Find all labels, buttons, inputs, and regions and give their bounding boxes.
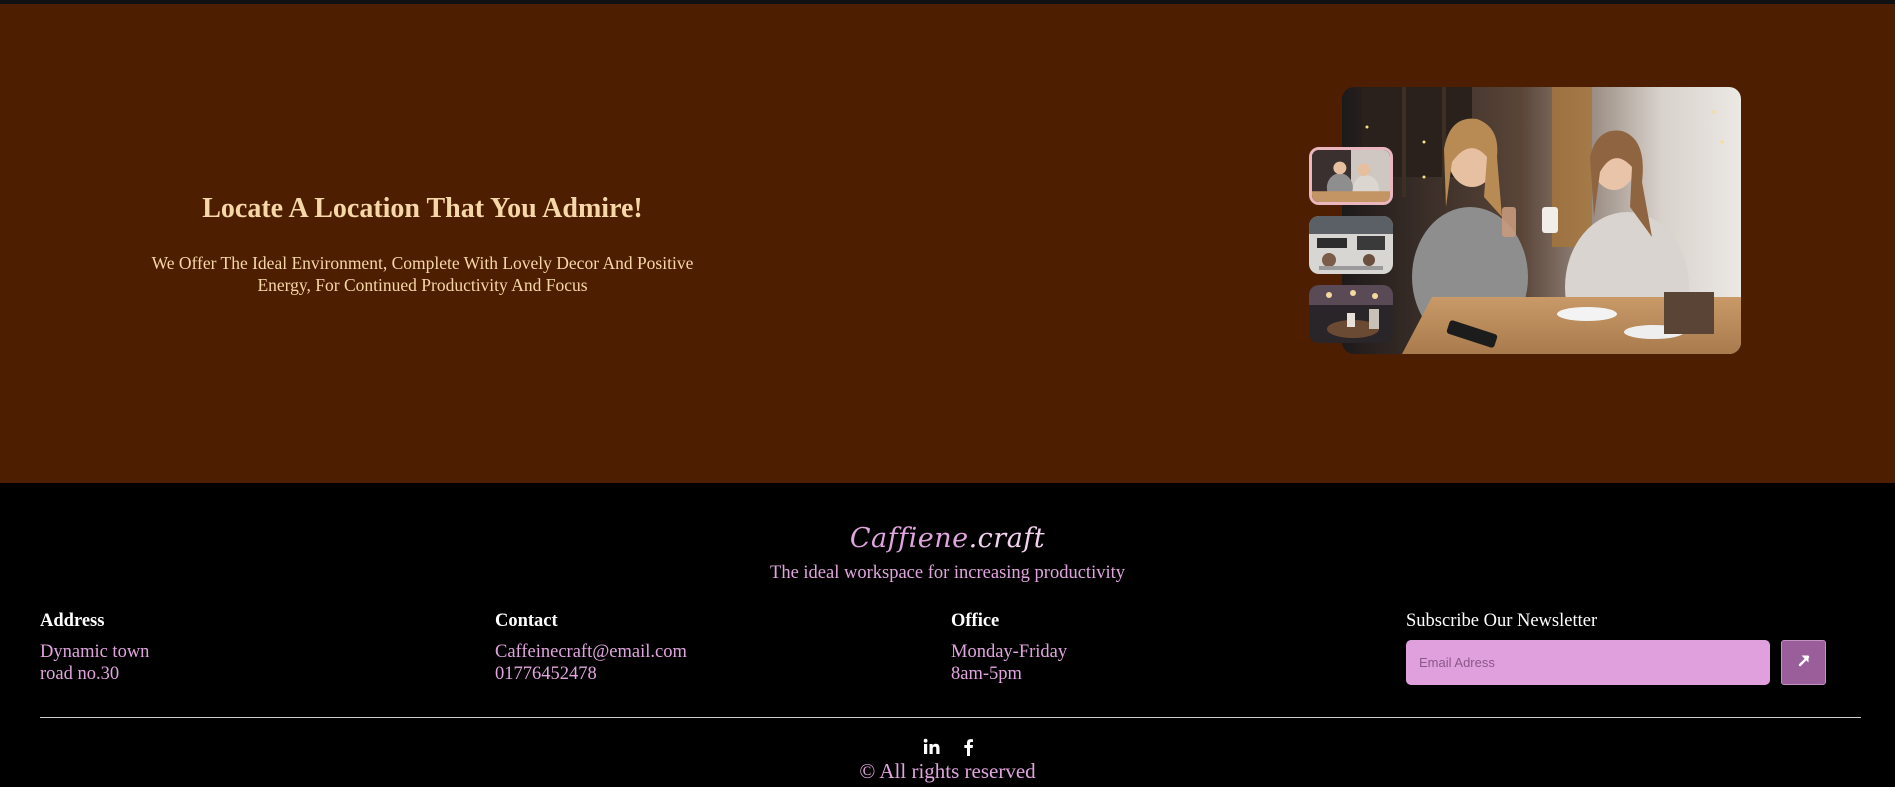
location-section: Locate A Location That You Admire! We Of… (0, 4, 1895, 483)
office-hours: 8am-5pm (951, 664, 1022, 684)
gallery-thumbnail-1[interactable] (1309, 147, 1393, 205)
section-title: Locate A Location That You Admire! (202, 193, 643, 224)
section-description: We Offer The Ideal Environment, Complete… (151, 253, 694, 295)
office-column: Office Monday-Friday 8am-5pm (951, 610, 1067, 685)
contact-phone[interactable]: 01776452478 (495, 663, 687, 685)
gallery-thumbnail-2[interactable] (1309, 216, 1393, 274)
linkedin-icon[interactable] (922, 737, 942, 757)
office-heading: Office (951, 611, 1000, 631)
copyright-text: © All rights reserved (859, 759, 1036, 783)
newsletter-submit-button[interactable] (1781, 640, 1826, 685)
brand-name-part1: Caffiene (849, 523, 969, 554)
arrow-up-right-icon (1796, 652, 1812, 673)
gallery-thumbnail-3[interactable] (1309, 285, 1393, 343)
contact-heading: Contact (495, 611, 558, 631)
newsletter-email-input[interactable] (1406, 640, 1770, 685)
main-cafe-photo (1342, 87, 1741, 354)
contact-email[interactable]: Caffeinecraft@email.com (495, 641, 687, 663)
location-text: Locate A Location That You Admire! We Of… (140, 192, 705, 296)
site-footer: Caffiene.craft The ideal workspace for i… (0, 483, 1895, 787)
contact-column: Contact Caffeinecraft@email.com 01776452… (495, 610, 687, 685)
facebook-icon[interactable] (958, 737, 978, 757)
office-days: Monday-Friday (951, 642, 1068, 662)
address-line-2: road no.30 (40, 664, 120, 684)
footer-divider (40, 717, 1861, 718)
address-heading: Address (40, 611, 105, 631)
brand-logo[interactable]: Caffiene.craft (0, 523, 1895, 554)
brand-name-part2: .craft (968, 523, 1046, 554)
address-line-1: Dynamic town (40, 642, 150, 662)
newsletter-column: Subscribe Our Newsletter (1406, 610, 1597, 632)
address-column: Address Dynamic town road no.30 (40, 610, 149, 685)
brand-tagline: The ideal workspace for increasing produ… (770, 563, 1125, 583)
newsletter-heading: Subscribe Our Newsletter (1406, 611, 1598, 631)
